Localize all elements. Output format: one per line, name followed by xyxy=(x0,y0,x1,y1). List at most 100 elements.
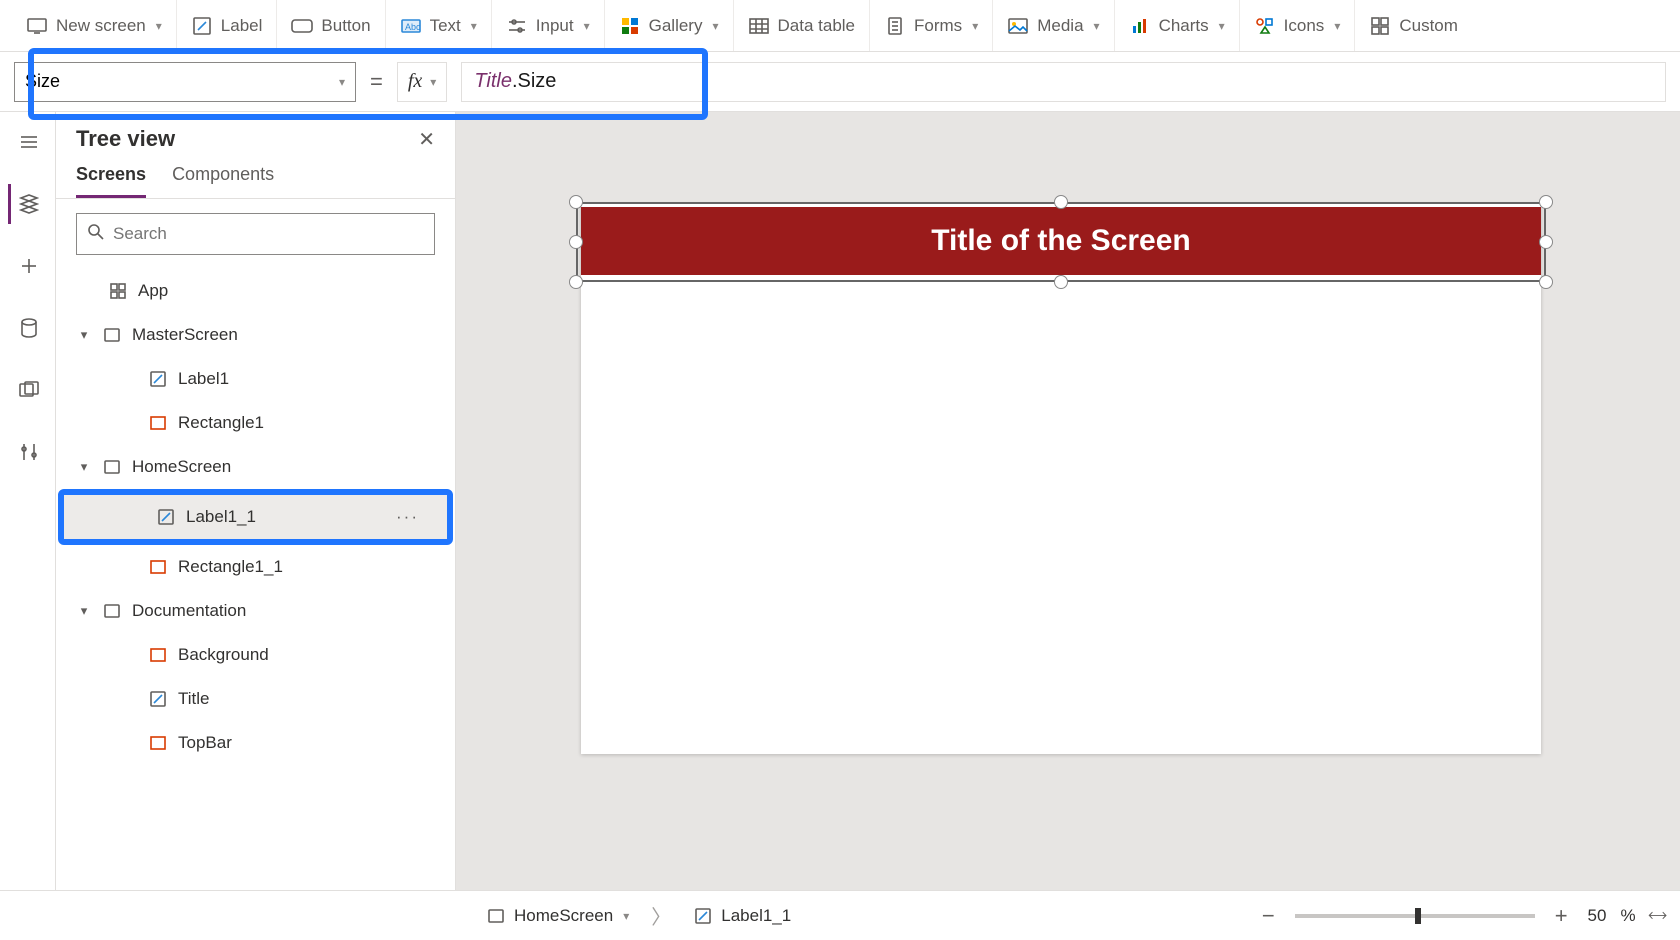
zoom-out-button[interactable]: − xyxy=(1256,903,1281,929)
formula-bar: ▾ = fx ▾ Title.Size xyxy=(0,52,1680,112)
tree-list: App ▾ MasterScreen Label1 Rectangle1 ▾ H… xyxy=(56,269,455,890)
property-dropdown-input[interactable] xyxy=(25,71,285,92)
chevron-down-icon[interactable]: ▾ xyxy=(76,327,92,343)
tree-node-label: Label1_1 xyxy=(186,507,256,527)
selection-outline xyxy=(576,202,1546,282)
charts-label: Charts xyxy=(1159,16,1209,36)
data-rail-button[interactable] xyxy=(8,308,48,348)
gallery-icon xyxy=(619,15,641,37)
app-grid-icon xyxy=(108,281,128,301)
tree-node-rectangle1[interactable]: Rectangle1 xyxy=(56,401,455,445)
tree-node-topbar[interactable]: TopBar xyxy=(56,721,455,765)
resize-handle-tr[interactable] xyxy=(1539,195,1553,209)
resize-handle-tc[interactable] xyxy=(1054,195,1068,209)
resize-handle-br[interactable] xyxy=(1539,275,1553,289)
close-icon[interactable]: ✕ xyxy=(418,127,435,152)
tree-node-homescreen[interactable]: ▾ HomeScreen xyxy=(56,445,455,489)
input-label: Input xyxy=(536,16,574,36)
tab-components[interactable]: Components xyxy=(172,164,274,198)
resize-handle-bc[interactable] xyxy=(1054,275,1068,289)
rectangle-control-icon xyxy=(148,733,168,753)
tree-search-input[interactable] xyxy=(113,224,424,244)
formula-token-property: Size xyxy=(518,70,557,93)
label-control-icon xyxy=(693,906,713,926)
screen-outline-icon xyxy=(486,906,506,926)
property-dropdown[interactable]: ▾ xyxy=(14,62,356,102)
zoom-in-button[interactable]: + xyxy=(1549,903,1574,929)
text-button[interactable]: Abc Text ▾ xyxy=(386,0,492,51)
advanced-rail-button[interactable] xyxy=(8,432,48,472)
button-button[interactable]: Button xyxy=(277,0,385,51)
tree-node-background[interactable]: Background xyxy=(56,633,455,677)
charts-button[interactable]: Charts ▾ xyxy=(1115,0,1240,51)
canvas-area[interactable]: Title of the Screen xyxy=(456,112,1680,890)
label-control-icon xyxy=(148,689,168,709)
tree-node-app[interactable]: App xyxy=(56,269,455,313)
fx-label: fx xyxy=(408,70,422,93)
svg-text:Abc: Abc xyxy=(405,22,421,32)
new-screen-button[interactable]: New screen ▾ xyxy=(12,0,177,51)
resize-handle-bl[interactable] xyxy=(569,275,583,289)
chevron-down-icon: ▾ xyxy=(972,19,978,33)
data-table-button[interactable]: Data table xyxy=(734,0,871,51)
table-icon xyxy=(748,15,770,37)
tree-search[interactable] xyxy=(76,213,435,255)
chevron-down-icon[interactable]: ▾ xyxy=(76,459,92,475)
zoom-slider[interactable] xyxy=(1295,914,1535,918)
tree-node-label: Label1 xyxy=(178,369,229,389)
custom-button[interactable]: Custom xyxy=(1355,0,1472,51)
chevron-down-icon: ▾ xyxy=(1094,19,1100,33)
breadcrumb-control[interactable]: Label1_1 xyxy=(683,906,801,926)
resize-handle-mr[interactable] xyxy=(1539,235,1553,249)
chevron-down-icon[interactable]: ▾ xyxy=(76,603,92,619)
tab-screens[interactable]: Screens xyxy=(76,164,146,198)
tree-node-title[interactable]: Title xyxy=(56,677,455,721)
resize-handle-tl[interactable] xyxy=(569,195,583,209)
input-button[interactable]: Input ▾ xyxy=(492,0,605,51)
more-options-icon[interactable]: ··· xyxy=(396,507,419,527)
chevron-down-icon: ▾ xyxy=(1219,19,1225,33)
tree-node-label: Title xyxy=(178,689,210,709)
chevron-down-icon: ▾ xyxy=(1334,19,1340,33)
icons-button[interactable]: Icons ▾ xyxy=(1240,0,1356,51)
forms-label: Forms xyxy=(914,16,962,36)
icons-label: Icons xyxy=(1284,16,1325,36)
tree-node-label1-1[interactable]: Label1_1 ··· xyxy=(64,495,447,539)
breadcrumb-screen[interactable]: HomeScreen ▾ xyxy=(476,906,639,926)
tree-node-documentation[interactable]: ▾ Documentation xyxy=(56,589,455,633)
resize-handle-ml[interactable] xyxy=(569,235,583,249)
tree-node-label1[interactable]: Label1 xyxy=(56,357,455,401)
forms-button[interactable]: Forms ▾ xyxy=(870,0,993,51)
status-bar: HomeScreen ▾ 〉 Label1_1 − + 50 % ⤢ xyxy=(0,890,1680,940)
tree-view-panel: Tree view ✕ Screens Components App ▾ Mas… xyxy=(56,112,456,890)
annotation-highlight-treeitem: Label1_1 ··· xyxy=(58,489,453,545)
new-screen-label: New screen xyxy=(56,16,146,36)
label-button[interactable]: Label xyxy=(177,0,278,51)
equals-symbol: = xyxy=(370,69,383,95)
media-button[interactable]: Media ▾ xyxy=(993,0,1114,51)
fit-to-window-icon[interactable]: ⤢ xyxy=(1644,903,1669,928)
media-icon xyxy=(1007,15,1029,37)
selected-control-title[interactable]: Title of the Screen xyxy=(576,202,1546,282)
label-label: Label xyxy=(221,16,263,36)
button-label: Button xyxy=(321,16,370,36)
formula-token-object: Title xyxy=(474,70,512,93)
fx-button[interactable]: fx ▾ xyxy=(397,62,447,102)
label-control-icon xyxy=(156,507,176,527)
screen-outline-icon xyxy=(102,601,122,621)
media-rail-button[interactable] xyxy=(8,370,48,410)
screen-icon xyxy=(26,15,48,37)
gallery-button[interactable]: Gallery ▾ xyxy=(605,0,734,51)
tree-node-masterscreen[interactable]: ▾ MasterScreen xyxy=(56,313,455,357)
text-label: Text xyxy=(430,16,461,36)
tree-view-rail-button[interactable] xyxy=(8,184,48,224)
hamburger-button[interactable] xyxy=(8,122,48,162)
chevron-down-icon[interactable]: ▾ xyxy=(623,909,629,923)
breadcrumb-control-label: Label1_1 xyxy=(721,906,791,926)
input-sliders-icon xyxy=(506,15,528,37)
formula-input[interactable]: Title.Size xyxy=(461,62,1666,102)
chevron-down-icon: ▾ xyxy=(339,75,345,89)
zoom-slider-thumb[interactable] xyxy=(1415,908,1421,924)
insert-rail-button[interactable] xyxy=(8,246,48,286)
tree-node-rectangle1-1[interactable]: Rectangle1_1 xyxy=(56,545,455,589)
